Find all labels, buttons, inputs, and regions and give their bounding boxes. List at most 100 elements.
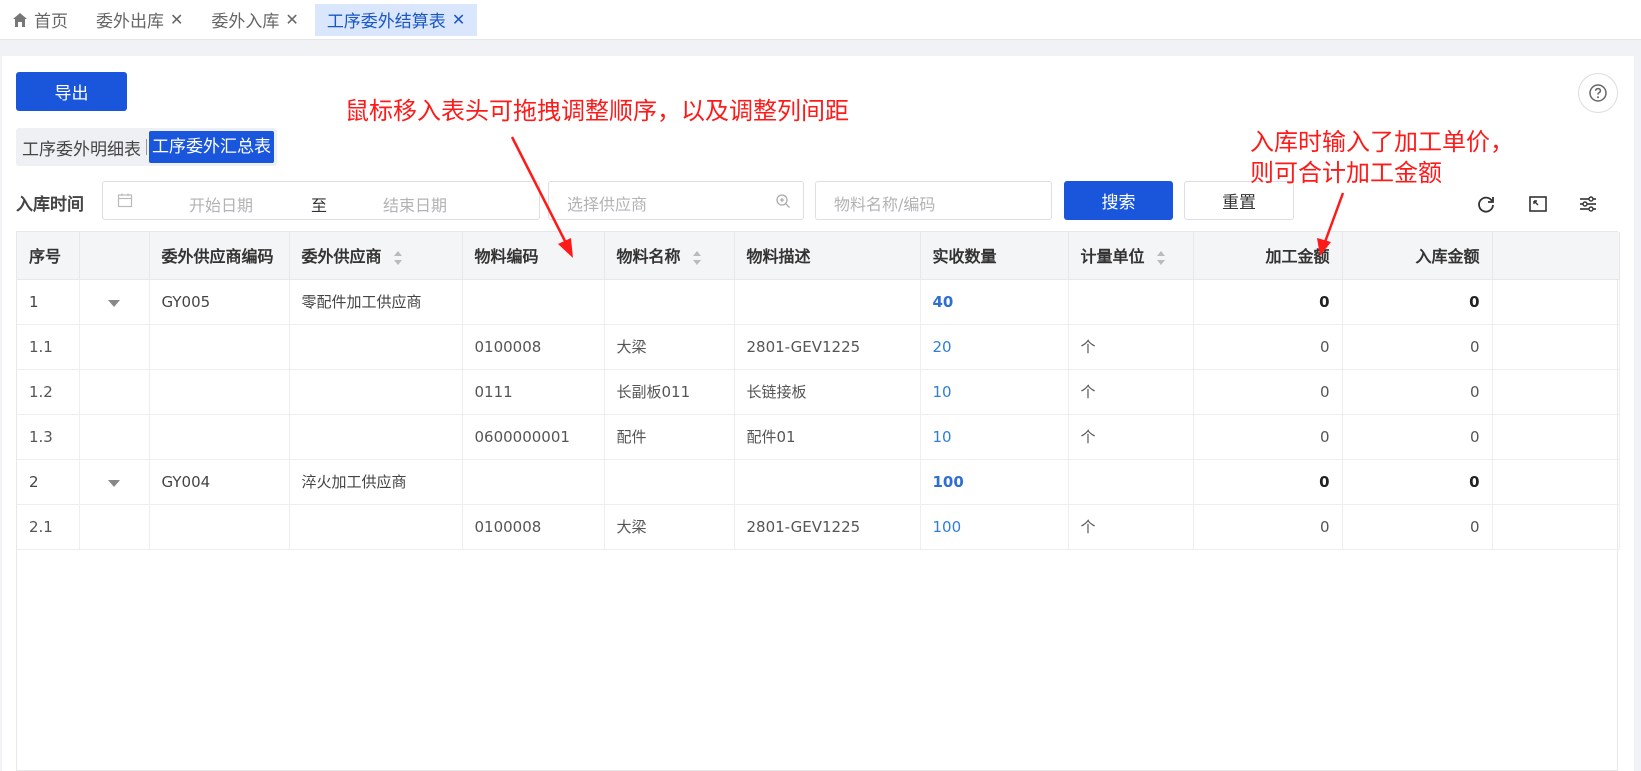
tab-home[interactable]: 首页 <box>0 4 80 36</box>
cell-index: 1.2 <box>17 369 80 415</box>
cell-supplier-code <box>149 414 290 460</box>
table-row[interactable]: 1.3 0600000001 配件 配件01 10 个 0 0 <box>17 414 1620 460</box>
header-material-desc[interactable]: 物料描述 <box>734 232 921 280</box>
cell-inbound-amount: 0 <box>1342 369 1493 415</box>
supplier-placeholder: 选择供应商 <box>567 195 648 214</box>
cell-index: 2.1 <box>17 504 80 550</box>
cell-processing-amount: 0 <box>1193 459 1343 505</box>
cell-material-name: 配件 <box>604 414 735 460</box>
segment-detail[interactable]: 工序委外明细表 <box>19 135 144 160</box>
header-drag-note: 鼠标移入表头可拖拽调整顺序，以及调整列间距 <box>345 97 849 125</box>
date-filter-label: 入库时间 <box>16 195 84 215</box>
tab-label: 委外入库 <box>211 12 280 32</box>
header-processing-amount[interactable]: 加工金额 <box>1193 232 1343 280</box>
header-supplier[interactable]: 委外供应商 <box>289 232 463 280</box>
header-inbound-amount[interactable]: 入库金额 <box>1342 232 1493 280</box>
cell-received-qty[interactable]: 40 <box>920 279 1069 325</box>
cell-expand <box>79 414 150 460</box>
cell-supplier <box>289 324 463 370</box>
cell-received-qty[interactable]: 10 <box>920 414 1069 460</box>
cell-material-desc: 长链接板 <box>734 369 921 415</box>
data-table: 序号 委外供应商编码 委外供应商 物料编码 物料名称 物料描述 实收数量 计量单… <box>16 231 1620 771</box>
settings-sliders-icon[interactable] <box>1577 193 1599 215</box>
header-material-code[interactable]: 物料编码 <box>462 232 605 280</box>
cell-expand <box>79 459 150 505</box>
table-group-row[interactable]: 2 GY004 淬火加工供应商 100 0 0 <box>17 459 1620 505</box>
table-row[interactable]: 1.1 0100008 大梁 2801-GEV1225 20 个 0 0 <box>17 324 1620 370</box>
end-date-input[interactable]: 结束日期 <box>383 192 447 216</box>
cell-received-qty[interactable]: 10 <box>920 369 1069 415</box>
refresh-icon[interactable] <box>1475 193 1497 215</box>
header-index[interactable]: 序号 <box>17 232 80 280</box>
sort-icon[interactable] <box>1156 250 1166 266</box>
cell-unit: 个 <box>1068 504 1194 550</box>
caret-down-icon[interactable] <box>107 479 120 487</box>
table-row[interactable]: 2.1 0100008 大梁 2801-GEV1225 100 个 0 0 <box>17 504 1620 550</box>
cell-expand <box>79 279 150 325</box>
fullscreen-icon[interactable] <box>1527 193 1549 215</box>
cell-processing-amount: 0 <box>1193 279 1343 325</box>
tab-label: 首页 <box>34 12 68 32</box>
sort-icon[interactable] <box>692 250 702 266</box>
supplier-select[interactable]: 选择供应商 <box>548 181 804 220</box>
cell-expand <box>79 369 150 415</box>
cell-supplier: 零配件加工供应商 <box>289 279 463 325</box>
material-placeholder: 物料名称/编码 <box>834 195 936 214</box>
cell-received-qty[interactable]: 100 <box>920 459 1069 505</box>
material-input[interactable]: 物料名称/编码 <box>815 181 1052 220</box>
cell-inbound-amount: 0 <box>1342 324 1493 370</box>
cell-supplier-code: GY005 <box>149 279 290 325</box>
segment-summary[interactable]: 工序委外汇总表 <box>149 131 274 163</box>
search-button[interactable]: 搜索 <box>1064 181 1173 220</box>
amount-note-line2: 则可合计加工金额 <box>1250 159 1442 187</box>
date-range-picker[interactable]: 开始日期 至 结束日期 <box>102 181 540 220</box>
cell-index: 1.1 <box>17 324 80 370</box>
start-date-input[interactable]: 开始日期 <box>189 192 253 216</box>
cell-inbound-amount: 0 <box>1342 414 1493 460</box>
cell-material-desc: 配件01 <box>734 414 921 460</box>
cell-spacer <box>1492 504 1620 550</box>
cell-material-desc: 2801-GEV1225 <box>734 504 921 550</box>
close-icon[interactable]: ✕ <box>170 10 183 29</box>
cell-material-desc <box>734 279 921 325</box>
header-received-qty[interactable]: 实收数量 <box>920 232 1069 280</box>
sort-icon[interactable] <box>393 250 403 266</box>
cell-expand <box>79 504 150 550</box>
cell-index: 1.3 <box>17 414 80 460</box>
cell-material-name: 大梁 <box>604 504 735 550</box>
cell-unit <box>1068 279 1194 325</box>
tab-label: 工序委外结算表 <box>326 12 446 32</box>
help-icon[interactable] <box>1578 73 1618 113</box>
cell-spacer <box>1492 414 1620 460</box>
cell-inbound-amount: 0 <box>1342 459 1493 505</box>
header-supplier-code[interactable]: 委外供应商编码 <box>149 232 290 280</box>
cell-supplier <box>289 369 463 415</box>
cell-processing-amount: 0 <box>1193 504 1343 550</box>
cell-received-qty[interactable]: 20 <box>920 324 1069 370</box>
tab-outsource-in[interactable]: 委外入库 ✕ <box>199 4 310 36</box>
table-row[interactable]: 1.2 0111 长副板011 长链接板 10 个 0 0 <box>17 369 1620 415</box>
header-material-name[interactable]: 物料名称 <box>604 232 735 280</box>
cell-material-code: 0111 <box>462 369 605 415</box>
export-button[interactable]: 导出 <box>16 72 127 111</box>
tab-settlement[interactable]: 工序委外结算表 ✕ <box>314 3 478 36</box>
cell-supplier-code: GY004 <box>149 459 290 505</box>
cell-received-qty[interactable]: 100 <box>920 504 1069 550</box>
amount-note-line1: 入库时输入了加工单价， <box>1250 128 1514 156</box>
cell-material-code <box>462 459 605 505</box>
cell-spacer <box>1492 459 1620 505</box>
table-header-row: 序号 委外供应商编码 委外供应商 物料编码 物料名称 物料描述 实收数量 计量单… <box>17 232 1620 280</box>
caret-down-icon[interactable] <box>107 299 120 307</box>
date-separator: 至 <box>311 196 328 215</box>
tab-outsource-out[interactable]: 委外出库 ✕ <box>84 4 195 36</box>
cell-supplier-code <box>149 504 290 550</box>
table-group-row[interactable]: 1 GY005 零配件加工供应商 40 0 0 <box>17 279 1620 325</box>
home-icon <box>13 12 27 27</box>
cell-unit: 个 <box>1068 324 1194 370</box>
zoom-search-icon <box>776 194 790 208</box>
header-unit[interactable]: 计量单位 <box>1068 232 1194 280</box>
close-icon[interactable]: ✕ <box>452 10 465 29</box>
close-icon[interactable]: ✕ <box>285 10 298 29</box>
cell-spacer <box>1492 324 1620 370</box>
cell-spacer <box>1492 369 1620 415</box>
